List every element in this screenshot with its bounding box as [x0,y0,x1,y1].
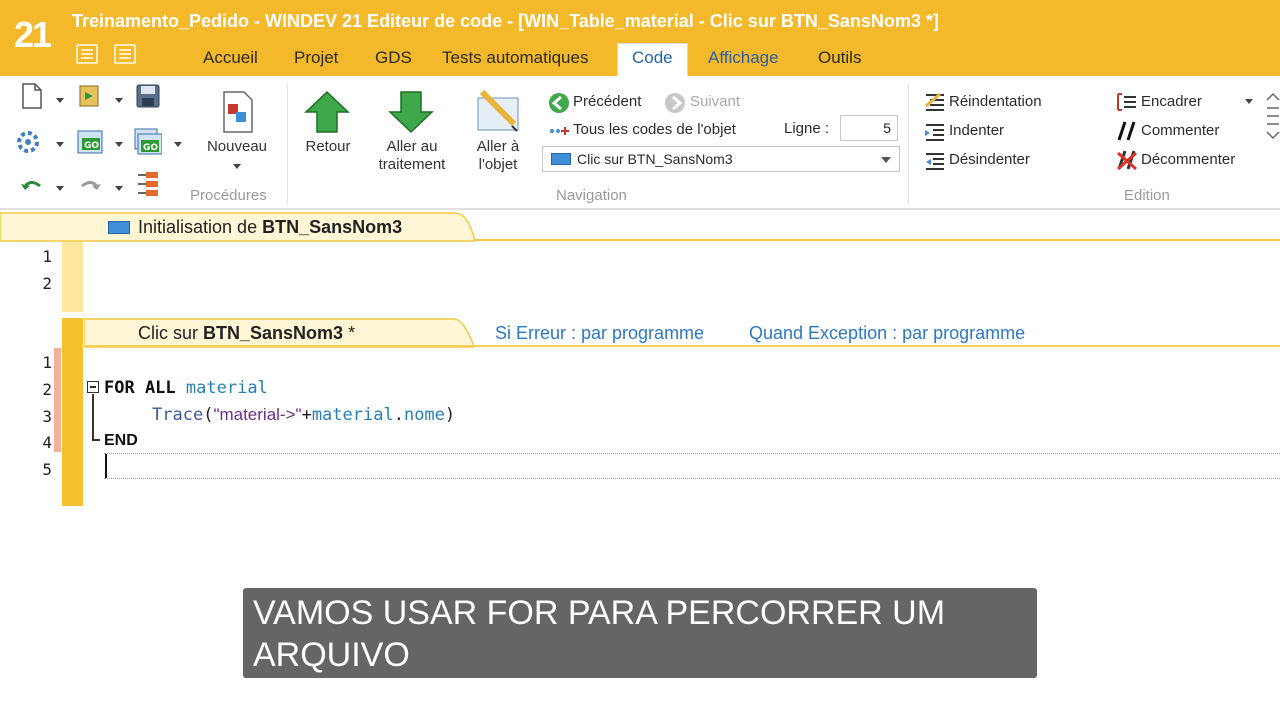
section-title: Initialisation de BTN_SansNom3 [138,217,403,237]
line-number: 1 [42,353,52,372]
comment-icon[interactable] [1116,120,1138,142]
window-title: Treinamento_Pedido - WINDEV 21 Editeur d… [72,11,939,31]
tab-code[interactable]: Code [617,43,688,76]
fold-toggle-icon[interactable] [87,381,99,393]
line-number: 5 [42,460,52,479]
new-procedure-button[interactable]: Nouveau [196,138,278,156]
app-logo: 21 [14,14,52,55]
chevron-down-icon[interactable] [115,142,123,147]
indent-icon[interactable] [924,122,946,142]
group-label-procedures: Procédures [190,187,267,204]
new-procedure-icon[interactable] [218,90,258,134]
title-bar: 21 Treinamento_Pedido - WINDEV 21 Editeu… [0,0,1280,76]
chevron-down-icon[interactable] [174,142,182,147]
tab-gds[interactable]: GDS [375,48,412,68]
chevron-down-icon[interactable] [115,98,123,103]
button-icon [108,221,130,234]
aller-traitement-button[interactable]: Aller au traitement [366,138,458,174]
svg-text:GO: GO [143,143,158,153]
error-handling-link[interactable]: Si Erreur : par programme [495,323,704,344]
indenter-button[interactable]: Indenter [949,122,1004,139]
gutter-section1 [62,242,83,312]
fold-line [92,394,94,440]
all-codes-icon[interactable] [548,122,570,138]
tab-tests-automatiques[interactable]: Tests automatiques [442,48,588,68]
chevron-down-icon[interactable] [115,186,123,191]
uncomment-icon[interactable] [1116,149,1138,171]
group-label-navigation: Navigation [556,187,627,204]
chevron-down-icon[interactable] [56,98,64,103]
button-icon [551,153,571,165]
settings-gear-icon[interactable] [14,128,42,156]
group-divider [908,84,909,204]
desindenter-button[interactable]: Désindenter [949,151,1030,168]
section-divider [84,345,1280,347]
line-number: 3 [42,407,52,426]
tab-outils[interactable]: Outils [818,48,861,68]
precedent-button[interactable]: Précédent [573,93,641,110]
code-selector-combo[interactable]: Clic sur BTN_SansNom3 [542,146,900,172]
outdent-icon[interactable] [924,151,946,171]
keyboard-icon[interactable] [76,44,98,64]
next-icon[interactable] [664,92,686,114]
tab-accueil[interactable]: Accueil [203,48,258,68]
chevron-down-icon[interactable] [881,157,891,163]
video-subtitle: VAMOS USAR FOR PARA PERCORRER UM ARQUIVO [243,588,1037,678]
back-arrow-icon[interactable] [304,90,350,134]
fold-line-end [92,439,100,441]
chevron-down-icon[interactable] [56,142,64,147]
code-line-2[interactable]: FOR ALL material [104,378,268,398]
ribbon-scroll-icon[interactable] [1264,90,1280,142]
aller-objet-button[interactable]: Aller à l'objet [462,138,534,174]
window-layout-icon[interactable] [114,44,136,64]
text-caret [105,454,107,478]
redo-icon[interactable] [76,172,104,200]
ligne-input[interactable]: 5 [840,115,898,141]
section-header-initialisation: Initialisation de BTN_SansNom3 [0,212,1280,242]
group-divider [287,84,288,204]
current-line-border [104,453,1280,454]
reindent-icon[interactable] [924,92,946,112]
tab-projet[interactable]: Projet [294,48,338,68]
line-number: 2 [42,274,52,293]
new-file-icon[interactable] [18,82,46,110]
group-label-edition: Edition [1124,187,1170,204]
ribbon: GO GO Nouveau Procédures Retour Aller au… [0,76,1280,210]
commenter-button[interactable]: Commenter [1141,122,1219,139]
chevron-down-icon[interactable] [233,164,241,169]
open-project-icon[interactable] [76,82,104,110]
ligne-label: Ligne : [784,120,830,137]
save-icon[interactable] [134,82,162,110]
encadrer-button[interactable]: Encadrer [1141,93,1202,110]
frame-icon[interactable] [1116,92,1138,112]
section-title: Clic sur BTN_SansNom3 * [138,323,356,343]
exception-handling-link[interactable]: Quand Exception : par programme [749,323,1025,344]
undo-icon[interactable] [18,172,46,200]
go-project-icon[interactable]: GO [134,128,162,156]
previous-icon[interactable] [548,92,570,114]
code-line-3[interactable]: Trace("material->"+material.nome) [152,405,455,425]
chevron-down-icon[interactable] [1245,99,1253,104]
line-number: 1 [42,247,52,266]
svg-text:GO: GO [84,141,99,151]
suivant-button[interactable]: Suivant [690,93,740,110]
code-selector-value: Clic sur BTN_SansNom3 [577,151,733,167]
code-line-4[interactable]: END [104,432,138,450]
decommenter-button[interactable]: Décommenter [1141,151,1235,168]
retour-button[interactable]: Retour [296,138,360,156]
modified-lines-marker [54,348,61,452]
tous-codes-button[interactable]: Tous les codes de l'objet [573,121,736,138]
structure-icon[interactable] [134,170,162,198]
line-number: 2 [42,380,52,399]
reindentation-button[interactable]: Réindentation [949,93,1042,110]
chevron-down-icon[interactable] [56,186,64,191]
line-number: 4 [42,433,52,452]
go-window-icon[interactable]: GO [76,128,104,156]
tab-affichage[interactable]: Affichage [708,48,779,68]
section-header-clic: Clic sur BTN_SansNom3 * Si Erreur : par … [0,318,1280,348]
goto-object-icon[interactable] [474,86,522,134]
current-line-border [104,478,1280,479]
goto-process-icon[interactable] [388,90,434,134]
